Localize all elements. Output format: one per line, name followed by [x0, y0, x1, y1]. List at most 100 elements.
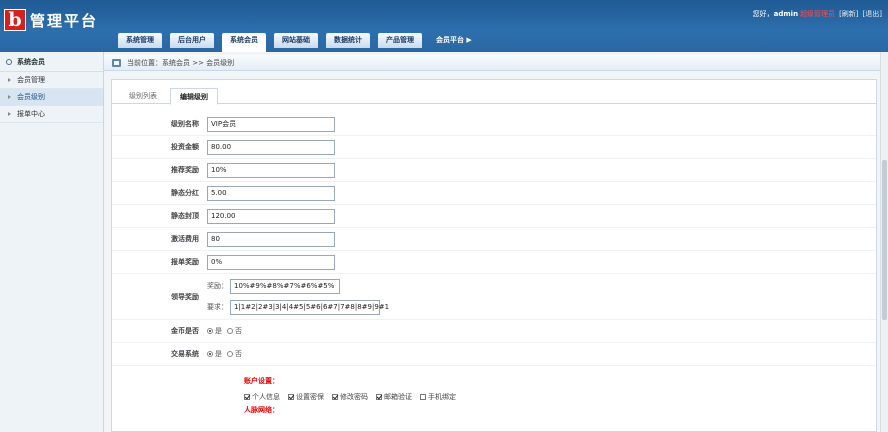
sidebar-item-order-center[interactable]: 报单中心	[0, 106, 103, 123]
radio-checked-icon	[207, 351, 213, 357]
field-label: 静态分红	[171, 189, 199, 197]
sidebar-item-label: 会员管理	[17, 75, 45, 84]
nav-member-platform[interactable]: 会员平台 ▶	[436, 33, 472, 52]
refresh-link[interactable]: [刷新]	[839, 10, 858, 18]
trade-yes-radio[interactable]: 是	[207, 349, 222, 359]
form-row: 激活费用 80	[112, 228, 876, 251]
leader-fields: 奖励： 10%#9%#8%#7%#6%#5% 要求： 1|1#2|2#3|3|4…	[207, 278, 389, 315]
radio-label: 否	[235, 327, 242, 335]
form-row-leader: 领导奖励 奖励： 10%#9%#8%#7%#6%#5% 要求： 1|1#2|2#…	[112, 274, 876, 320]
breadcrumb: 当前位置：系统会员 >> 会员级别	[104, 55, 888, 71]
tab-edit-level[interactable]: 编辑级别	[170, 88, 218, 105]
caret-right-icon	[8, 112, 11, 116]
radio-label: 是	[215, 350, 222, 358]
check-label: 手机绑定	[428, 392, 456, 401]
field-label: 金币是否	[171, 327, 199, 335]
role-badge: 超级管理员	[800, 10, 836, 18]
home-icon	[112, 58, 121, 67]
nav-tab-members[interactable]: 系统会员	[222, 33, 266, 52]
content-tabs: 级别列表 编辑级别	[112, 88, 876, 105]
radio-checked-icon	[207, 328, 213, 334]
order-reward-input[interactable]: 0%	[207, 254, 335, 270]
radio-icon	[227, 351, 233, 357]
check-email-verify[interactable]: 邮箱验证	[376, 392, 412, 402]
field-label: 投资金额	[171, 143, 199, 151]
check-label: 修改密码	[340, 392, 368, 401]
logout-link[interactable]: [退出]	[863, 10, 882, 18]
caret-right-icon	[8, 95, 11, 99]
nav-tab-admin-users[interactable]: 后台用户	[170, 33, 214, 48]
sidebar-item-member-level[interactable]: 会员级别	[0, 89, 103, 106]
trade-no-radio[interactable]: 否	[227, 349, 242, 359]
greeting: 您好，	[752, 10, 774, 18]
checkbox-checked-icon	[288, 393, 294, 400]
radio-label: 是	[215, 327, 222, 335]
leader-reward-input[interactable]: 10%#9%#8%#7%#6%#5%	[230, 278, 340, 294]
checkbox-icon	[420, 393, 426, 400]
leader-require-input[interactable]: 1|1#2|2#3|3|4|4#5|5#6|6#7|7#8|8#9|9#1	[230, 299, 389, 315]
field-label: 静态封顶	[171, 212, 199, 220]
form-row: 级别名称 VIP会员	[112, 113, 876, 136]
check-personal-info[interactable]: 个人信息	[244, 392, 280, 402]
nav-tab-site[interactable]: 网站基础	[274, 33, 318, 48]
scrollbar-thumb[interactable]	[882, 160, 887, 320]
content-panel: 级别列表 编辑级别 级别名称 VIP会员 投资金额 80.00 推荐奖励 10%…	[111, 79, 877, 432]
account-settings-section: 账户设置： 个人信息 设置密保 修改密码 邮箱验证 手机绑定 人脉网络：	[112, 376, 876, 417]
sidebar: 系统会员 会员管理 会员级别 报单中心	[0, 52, 104, 432]
app-logo[interactable]: b 管理平台	[4, 9, 98, 31]
form-row: 静态封顶 120.00	[112, 205, 876, 228]
sidebar-item-member-manage[interactable]: 会员管理	[0, 72, 103, 89]
app-title: 管理平台	[30, 11, 99, 30]
user-bar: 您好，admin 超级管理员 [刷新] [退出]	[753, 9, 882, 19]
check-phone-bind[interactable]: 手机绑定	[420, 392, 456, 402]
field-label: 激活费用	[171, 235, 199, 243]
radio-icon	[227, 328, 233, 334]
sidebar-item-label: 会员级别	[17, 92, 45, 101]
form-row: 报单奖励 0%	[112, 251, 876, 274]
username: admin	[773, 10, 799, 18]
invest-amount-input[interactable]: 80.00	[207, 139, 335, 155]
activation-fee-input[interactable]: 80	[207, 231, 335, 247]
check-label: 邮箱验证	[384, 392, 412, 401]
main-nav: 系统管理 后台用户 系统会员 网站基础 数据统计 产品管理 会员平台 ▶	[118, 33, 472, 52]
network-title: 人脉网络：	[244, 406, 279, 414]
sidebar-header-label: 系统会员	[17, 57, 45, 66]
form-row: 推荐奖励 10%	[112, 159, 876, 182]
checkbox-checked-icon	[376, 393, 382, 400]
static-cap-input[interactable]: 120.00	[207, 208, 335, 224]
gold-yes-radio[interactable]: 是	[207, 326, 222, 336]
form-row: 金币是否 是 否	[112, 320, 876, 343]
field-label: 推荐奖励	[171, 166, 199, 174]
breadcrumb-text: 当前位置：系统会员 >> 会员级别	[127, 58, 235, 67]
logo-icon: b	[4, 9, 26, 31]
check-label: 设置密保	[296, 392, 324, 401]
nav-tab-products[interactable]: 产品管理	[378, 33, 422, 48]
account-settings-title: 账户设置：	[244, 377, 279, 385]
nav-tab-stats[interactable]: 数据统计	[326, 33, 370, 48]
circle-icon	[6, 58, 12, 65]
form-row: 交易系统 是 否	[112, 343, 876, 366]
check-label: 个人信息	[252, 392, 280, 401]
sidebar-header[interactable]: 系统会员	[0, 52, 103, 72]
gold-no-radio[interactable]: 否	[227, 326, 242, 336]
form-row: 投资金额 80.00	[112, 136, 876, 159]
top-header: b 管理平台 您好，admin 超级管理员 [刷新] [退出] 系统管理 后台用户 系…	[0, 0, 888, 52]
check-change-password[interactable]: 修改密码	[332, 392, 368, 402]
field-label: 报单奖励	[171, 258, 199, 266]
radio-label: 否	[235, 350, 242, 358]
nav-tab-system[interactable]: 系统管理	[118, 33, 162, 48]
form-row: 静态分红 5.00	[112, 182, 876, 205]
leader-require-row: 要求： 1|1#2|2#3|3|4|4#5|5#6|6#7|7#8|8#9|9#…	[207, 299, 389, 315]
reward-label: 奖励：	[207, 282, 228, 290]
field-label: 领导奖励	[171, 292, 199, 301]
level-name-input[interactable]: VIP会员	[207, 116, 335, 132]
field-label: 级别名称	[171, 120, 199, 128]
vertical-scrollbar[interactable]	[880, 52, 888, 432]
check-security-question[interactable]: 设置密保	[288, 392, 324, 402]
account-settings-checks: 个人信息 设置密保 修改密码 邮箱验证 手机绑定	[244, 391, 876, 402]
referral-reward-input[interactable]: 10%	[207, 162, 335, 178]
static-dividend-input[interactable]: 5.00	[207, 185, 335, 201]
tab-level-list[interactable]: 级别列表	[120, 88, 166, 104]
level-form: 级别名称 VIP会员 投资金额 80.00 推荐奖励 10% 静态分红 5.00…	[112, 113, 876, 417]
sidebar-item-label: 报单中心	[17, 109, 45, 118]
